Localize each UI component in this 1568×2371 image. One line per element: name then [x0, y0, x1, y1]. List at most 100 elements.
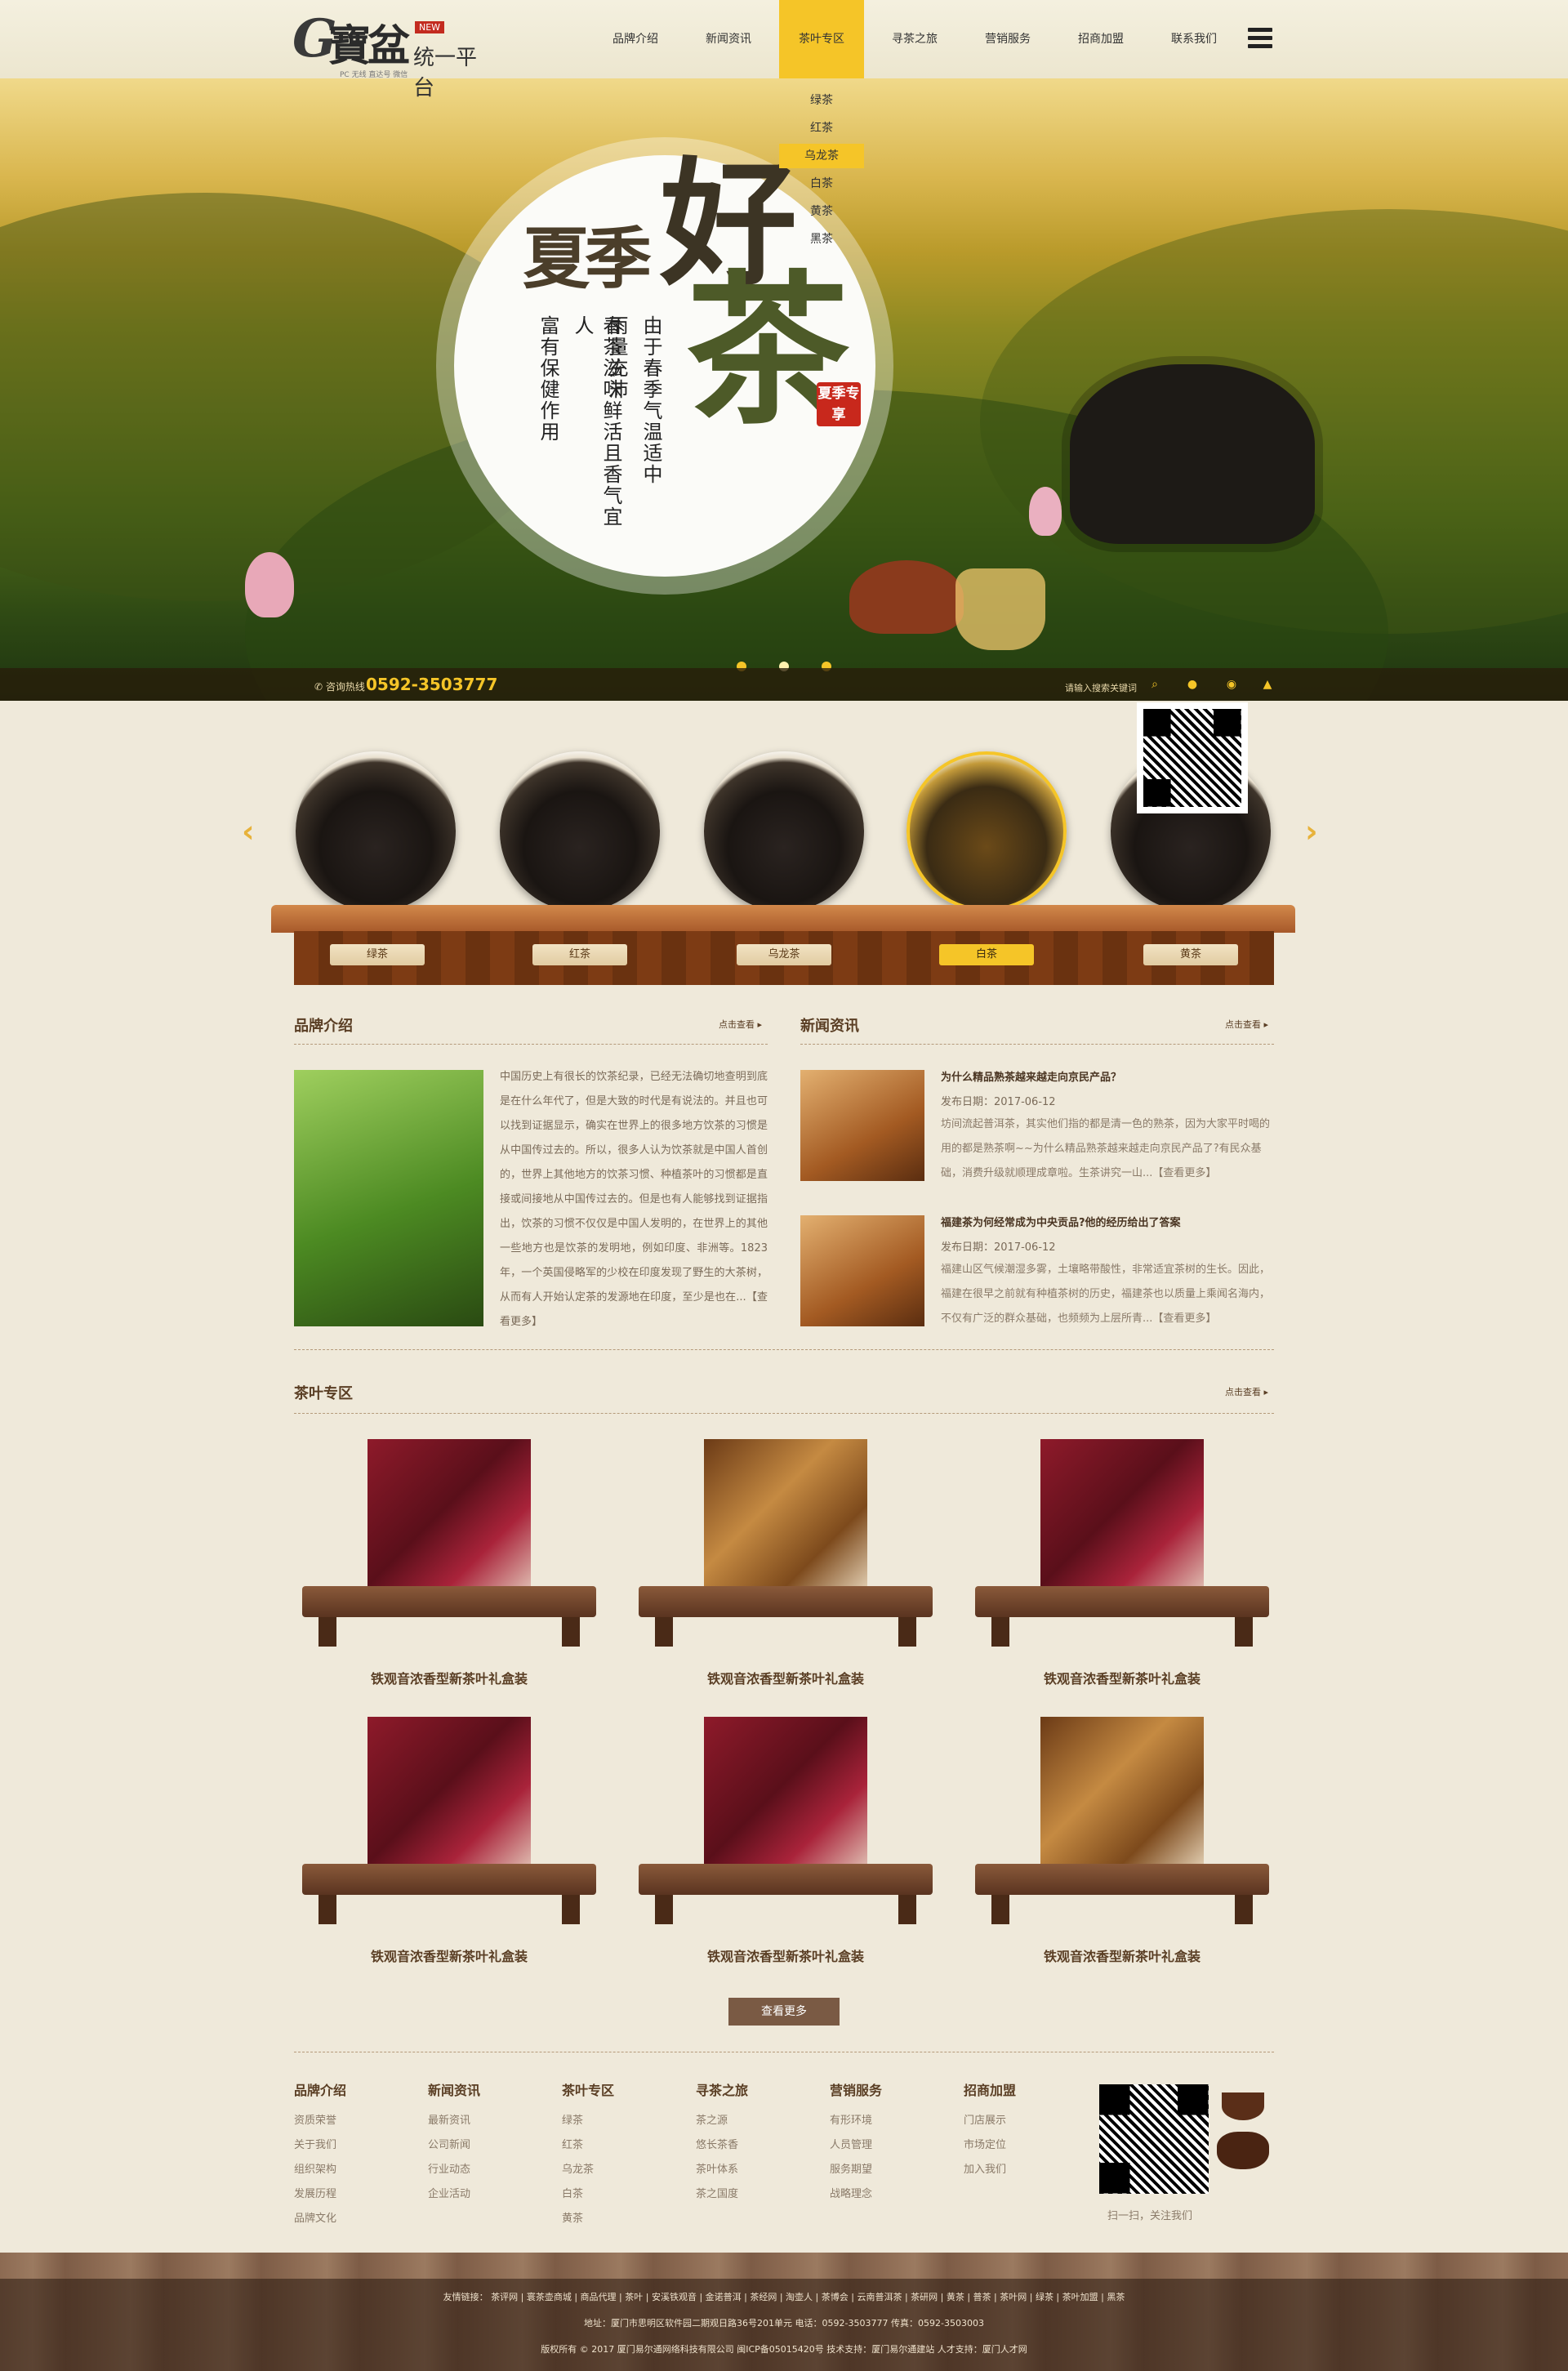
category-tag-white[interactable]: 白茶: [939, 944, 1034, 965]
dropdown-item-green[interactable]: 绿茶: [779, 88, 864, 113]
footer-link[interactable]: 资质荣誉: [294, 2109, 346, 2133]
footer-link[interactable]: 茶之源: [696, 2109, 748, 2133]
product-name[interactable]: 铁观音浓香型新茶叶礼盒装: [639, 1668, 933, 1687]
tea-circle-oolong[interactable]: [704, 751, 864, 911]
product-name[interactable]: 铁观音浓香型新茶叶礼盒装: [302, 1668, 596, 1687]
tea-circle-green[interactable]: [296, 751, 456, 911]
footer-link[interactable]: 发展历程: [294, 2182, 346, 2207]
footer-link[interactable]: 企业活动: [428, 2182, 480, 2207]
nav-marketing[interactable]: 营销服务: [975, 0, 1040, 78]
product-card[interactable]: 铁观音浓香型新茶叶礼盒装: [639, 1717, 933, 1970]
category-tag-yellow[interactable]: 黄茶: [1143, 944, 1238, 965]
category-tag-green[interactable]: 绿茶: [330, 944, 425, 965]
chevron-left-icon[interactable]: ‹: [242, 813, 255, 849]
product-card[interactable]: 铁观音浓香型新茶叶礼盒装: [302, 1717, 596, 1970]
footer-link[interactable]: 茶之国度: [696, 2182, 748, 2207]
footer-heading[interactable]: 寻茶之旅: [696, 2079, 748, 2099]
footer-link[interactable]: 战略理念: [830, 2182, 882, 2207]
product-image[interactable]: [1040, 1439, 1204, 1602]
product-card[interactable]: 铁观音浓香型新茶叶礼盒装: [302, 1439, 596, 1692]
wooden-table: [975, 1864, 1269, 1895]
friend-links[interactable]: 友情链接： 茶评网 | 寰茶壶商城 | 商品代理 | 茶叶 | 安溪铁观音 | …: [0, 2290, 1568, 2303]
products-more-link[interactable]: 点击查看 ▸: [1225, 1385, 1268, 1398]
nav-tea-journey[interactable]: 寻茶之旅: [882, 0, 947, 78]
weibo-icon[interactable]: ◉: [1225, 678, 1238, 691]
product-name[interactable]: 铁观音浓香型新茶叶礼盒装: [639, 1945, 933, 1965]
footer-link[interactable]: 人员管理: [830, 2133, 882, 2158]
footer-link[interactable]: 关于我们: [294, 2133, 346, 2158]
footer-link[interactable]: 组织架构: [294, 2158, 346, 2182]
footer-heading[interactable]: 新闻资讯: [428, 2079, 480, 2099]
nav-brand[interactable]: 品牌介绍: [603, 0, 668, 78]
category-tag-black[interactable]: 红茶: [532, 944, 627, 965]
footer-link[interactable]: 乌龙茶: [562, 2158, 614, 2182]
brand-description: 中国历史上有很长的饮茶纪录，已经无法确切地查明到底是在什么年代了，但是大致的时代…: [500, 1071, 768, 1328]
nav-contact[interactable]: 联系我们: [1161, 0, 1227, 78]
tea-circle-black[interactable]: [500, 751, 660, 911]
user-icon[interactable]: ▲: [1261, 678, 1274, 691]
news-image-2[interactable]: [800, 1215, 924, 1326]
dropdown-item-black[interactable]: 红茶: [779, 116, 864, 140]
news-image-1[interactable]: [800, 1070, 924, 1181]
product-name[interactable]: 铁观音浓香型新茶叶礼盒装: [975, 1945, 1269, 1965]
hotline-number: 0592-3503777: [366, 675, 498, 694]
footer-link[interactable]: 红茶: [562, 2133, 614, 2158]
footer-link[interactable]: 行业动态: [428, 2158, 480, 2182]
view-more-button[interactable]: 查看更多: [728, 1998, 840, 2026]
news-title-1[interactable]: 为什么精品熟茶越来越走向京民产品？: [941, 1068, 1121, 1084]
product-image[interactable]: [1040, 1717, 1204, 1880]
product-image[interactable]: [368, 1717, 531, 1880]
new-badge: NEW: [415, 21, 445, 33]
product-card[interactable]: 铁观音浓香型新茶叶礼盒装: [975, 1717, 1269, 1970]
footer-link[interactable]: 黄茶: [562, 2207, 614, 2231]
product-image[interactable]: [704, 1439, 867, 1602]
nav-tea-zone[interactable]: 茶叶专区: [779, 0, 864, 78]
divider: [800, 1044, 1274, 1045]
dropdown-item-dark[interactable]: 黑茶: [779, 227, 864, 252]
dropdown-item-white[interactable]: 白茶: [779, 172, 864, 196]
footer-link[interactable]: 绿茶: [562, 2109, 614, 2133]
product-card[interactable]: 铁观音浓香型新茶叶礼盒装: [975, 1439, 1269, 1692]
category-tag-oolong[interactable]: 乌龙茶: [737, 944, 831, 965]
chevron-right-icon[interactable]: ›: [1305, 813, 1318, 849]
product-image[interactable]: [368, 1439, 531, 1602]
tea-circle-white[interactable]: [906, 751, 1067, 911]
footer-heading[interactable]: 招商加盟: [964, 2079, 1016, 2099]
logo-platform-text: 统一平台: [413, 46, 478, 100]
search-placeholder[interactable]: 请输入搜索关键词: [1065, 681, 1137, 694]
qr-code-footer: [1099, 2084, 1209, 2194]
footer-link[interactable]: 门店展示: [964, 2109, 1016, 2133]
dropdown-item-yellow[interactable]: 黄茶: [779, 199, 864, 224]
site-logo[interactable]: G 寶盆 NEW 统一平台 PC 无线 直达号 微信: [292, 8, 497, 100]
nav-news[interactable]: 新闻资讯: [696, 0, 761, 78]
site-header: G 寶盆 NEW 统一平台 PC 无线 直达号 微信 品牌介绍 新闻资讯 茶叶专…: [0, 0, 1568, 100]
wechat-icon[interactable]: ●: [1186, 678, 1199, 691]
hamburger-menu-icon[interactable]: [1248, 28, 1272, 49]
qr-caption: 扫一扫，关注我们: [1107, 2210, 1193, 2222]
table-legs: [318, 1617, 580, 1647]
product-card[interactable]: 铁观音浓香型新茶叶礼盒装: [639, 1439, 933, 1692]
dropdown-item-oolong[interactable]: 乌龙茶: [779, 144, 864, 168]
footer-link[interactable]: 服务期望: [830, 2158, 882, 2182]
footer-heading[interactable]: 品牌介绍: [294, 2079, 346, 2099]
footer-link[interactable]: 品牌文化: [294, 2207, 346, 2231]
product-image[interactable]: [704, 1717, 867, 1880]
news-title-2[interactable]: 福建茶为何经常成为中央贡品?他的经历给出了答案: [941, 1214, 1181, 1229]
footer-heading[interactable]: 茶叶专区: [562, 2079, 614, 2099]
footer-heading[interactable]: 营销服务: [830, 2079, 882, 2099]
footer-link[interactable]: 有形环境: [830, 2109, 882, 2133]
search-icon[interactable]: ⌕: [1148, 678, 1161, 691]
footer-link[interactable]: 最新资讯: [428, 2109, 480, 2133]
footer-column-brand: 品牌介绍 资质荣誉 关于我们 组织架构 发展历程 品牌文化: [294, 2079, 346, 2231]
footer-link[interactable]: 市场定位: [964, 2133, 1016, 2158]
footer-link[interactable]: 悠长茶香: [696, 2133, 748, 2158]
product-name[interactable]: 铁观音浓香型新茶叶礼盒装: [302, 1945, 596, 1965]
brand-more-link[interactable]: 点击查看 ▸: [719, 1018, 762, 1031]
footer-link[interactable]: 加入我们: [964, 2158, 1016, 2182]
news-more-link[interactable]: 点击查看 ▸: [1225, 1018, 1268, 1031]
footer-link[interactable]: 白茶: [562, 2182, 614, 2207]
product-name[interactable]: 铁观音浓香型新茶叶礼盒装: [975, 1668, 1269, 1687]
footer-link[interactable]: 公司新闻: [428, 2133, 480, 2158]
nav-franchise[interactable]: 招商加盟: [1068, 0, 1134, 78]
footer-link[interactable]: 茶叶体系: [696, 2158, 748, 2182]
